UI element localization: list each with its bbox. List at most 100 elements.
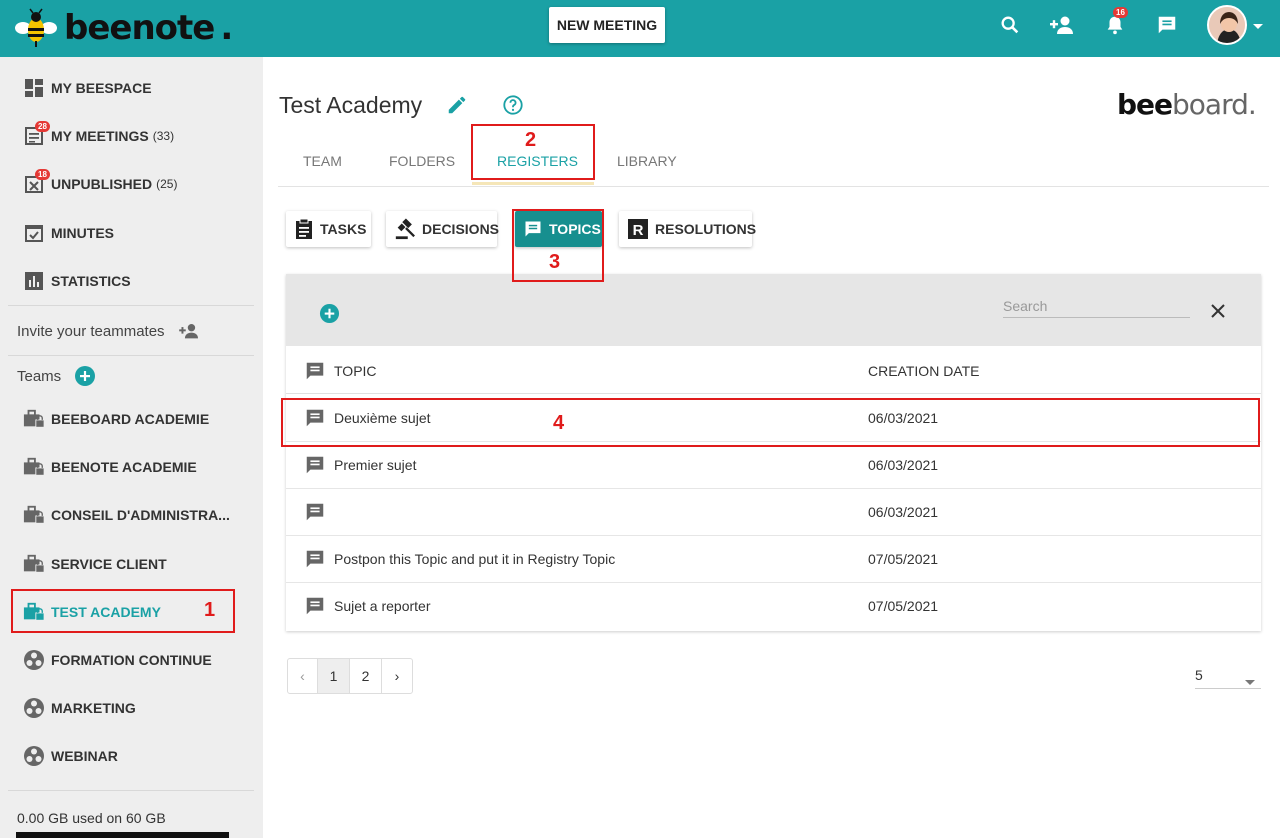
page-title: Test Academy xyxy=(279,92,423,118)
panel-toolbar: Search xyxy=(286,274,1261,346)
topic-icon xyxy=(304,501,326,523)
chat-icon[interactable] xyxy=(1154,12,1180,38)
table-row[interactable]: 06/03/2021 xyxy=(286,489,1261,536)
unpublished-icon: 18 xyxy=(23,169,50,195)
search-input[interactable]: Search xyxy=(1003,298,1190,318)
sidebar-item-statistics[interactable]: STATISTICS xyxy=(23,269,131,293)
page-size-value: 5 xyxy=(1195,667,1203,683)
annotation-number-3: 3 xyxy=(549,251,561,273)
sidebar-item-unpublished[interactable]: 18 UNPUBLISHED (25) xyxy=(23,169,177,196)
teams-label: Teams xyxy=(17,367,62,385)
dashboard-icon xyxy=(23,77,45,99)
tab-team[interactable]: TEAM xyxy=(303,153,342,169)
chevron-down-icon[interactable] xyxy=(1252,18,1264,36)
locked-briefcase-icon xyxy=(23,553,45,575)
sidebar-team-label: MARKETING xyxy=(51,700,136,716)
pagination: ‹ 1 2 › xyxy=(287,658,413,694)
annotation-number-4: 4 xyxy=(553,412,565,434)
sidebar-team-beenote-academie[interactable]: BEENOTE ACADEMIE xyxy=(23,455,197,479)
sidebar-team-beeboard-academie[interactable]: BEEBOARD ACADEMIE xyxy=(23,407,209,431)
sidebar-team-label: SERVICE CLIENT xyxy=(51,556,167,572)
sidebar-divider xyxy=(8,355,254,356)
sidebar-team-service-client[interactable]: SERVICE CLIENT xyxy=(23,552,167,576)
bell-icon[interactable]: 16 xyxy=(1102,7,1128,38)
prev-page-button[interactable]: ‹ xyxy=(288,659,318,693)
brand-part-2: board. xyxy=(1172,88,1257,121)
team-circle-icon xyxy=(23,697,45,719)
decisions-label: DECISIONS xyxy=(422,221,500,237)
locked-briefcase-icon xyxy=(23,408,45,430)
row-date: 07/05/2021 xyxy=(868,551,939,567)
sidebar-item-minutes[interactable]: MINUTES xyxy=(23,221,114,245)
beenote-logo[interactable]: beenote. xyxy=(14,6,233,50)
add-topic-icon[interactable] xyxy=(319,303,340,329)
decisions-button[interactable]: DECISIONS xyxy=(386,211,500,247)
locked-briefcase-icon xyxy=(23,504,45,526)
next-page-button[interactable]: › xyxy=(382,659,412,693)
add-team-icon[interactable] xyxy=(74,365,96,387)
svg-text:R: R xyxy=(633,222,644,239)
table-header: TOPIC CREATION DATE xyxy=(286,346,1261,394)
top-bar: beenote. NEW MEETING 16 xyxy=(0,0,1280,57)
new-meeting-button[interactable]: NEW MEETING xyxy=(549,7,665,43)
sidebar-team-formation-continue[interactable]: FORMATION CONTINUE xyxy=(23,648,212,672)
table-row[interactable]: Sujet a reporter 07/05/2021 xyxy=(286,583,1261,630)
invite-label: Invite your teammates xyxy=(17,322,165,340)
page-button[interactable]: 2 xyxy=(350,659,382,693)
column-topic[interactable]: TOPIC xyxy=(304,360,377,382)
table-row[interactable]: Premier sujet 06/03/2021 xyxy=(286,442,1261,489)
annotation-number-1: 1 xyxy=(204,599,216,621)
topic-icon xyxy=(304,548,326,570)
annotation-box-4 xyxy=(281,398,1260,447)
storage-bar xyxy=(16,832,229,838)
page-size-select[interactable]: 5 xyxy=(1195,667,1261,689)
topic-icon xyxy=(304,360,326,382)
brand-part-1: bee xyxy=(1117,88,1173,121)
sidebar-team-marketing[interactable]: MARKETING xyxy=(23,696,136,720)
sidebar-item-my-meetings[interactable]: 28 MY MEETINGS (33) xyxy=(23,121,175,148)
help-icon[interactable] xyxy=(502,94,524,121)
chevron-down-icon xyxy=(1245,673,1255,689)
row-topic: Premier sujet xyxy=(334,457,417,473)
meetings-badge: 28 xyxy=(35,121,50,132)
tasks-button[interactable]: TASKS xyxy=(286,211,371,247)
statistics-icon xyxy=(23,270,45,292)
sidebar-item-my-beespace[interactable]: MY BEESPACE xyxy=(23,76,152,100)
close-icon[interactable] xyxy=(1209,302,1227,325)
minutes-icon xyxy=(23,222,45,244)
user-avatar[interactable] xyxy=(1207,5,1247,45)
sidebar-team-label: BEENOTE ACADEMIE xyxy=(51,459,197,475)
meetings-icon: 28 xyxy=(23,121,50,147)
bee-icon xyxy=(15,8,57,47)
column-creation-date[interactable]: CREATION DATE xyxy=(868,363,980,379)
tabs-bar: TEAM FOLDERS REGISTERS LIBRARY xyxy=(278,140,1269,187)
table-row[interactable]: Postpon this Topic and put it in Registr… xyxy=(286,536,1261,583)
sidebar-team-conseil[interactable]: CONSEIL D'ADMINISTRA... xyxy=(23,503,230,527)
row-date: 06/03/2021 xyxy=(868,504,939,520)
clipboard-icon xyxy=(294,218,314,240)
tab-folders[interactable]: FOLDERS xyxy=(389,153,455,169)
topic-icon xyxy=(304,595,326,617)
add-user-icon[interactable] xyxy=(177,322,201,340)
resolution-icon: R xyxy=(627,218,649,240)
sidebar-item-label: STATISTICS xyxy=(51,273,131,289)
storage-usage: 0.00 GB used on 60 GB xyxy=(17,810,166,826)
row-topic: Sujet a reporter xyxy=(334,598,431,614)
meetings-count: (33) xyxy=(152,129,175,143)
invite-teammates[interactable]: Invite your teammates xyxy=(17,322,201,340)
annotation-box-1 xyxy=(11,589,235,633)
sidebar-team-label: FORMATION CONTINUE xyxy=(51,652,212,668)
locked-briefcase-icon xyxy=(23,456,45,478)
topic-icon xyxy=(304,454,326,476)
logo-text: beenote xyxy=(64,8,215,48)
gavel-icon xyxy=(394,218,416,240)
search-icon[interactable] xyxy=(997,12,1023,38)
add-user-icon[interactable] xyxy=(1049,12,1075,38)
pencil-icon[interactable] xyxy=(446,94,468,121)
sidebar-team-webinar[interactable]: WEBINAR xyxy=(23,744,118,768)
sidebar-team-label: BEEBOARD ACADEMIE xyxy=(51,411,210,427)
tab-library[interactable]: LIBRARY xyxy=(617,153,677,169)
page-button[interactable]: 1 xyxy=(318,659,350,693)
resolutions-label: RESOLUTIONS xyxy=(655,221,757,237)
resolutions-button[interactable]: R RESOLUTIONS xyxy=(619,211,756,247)
